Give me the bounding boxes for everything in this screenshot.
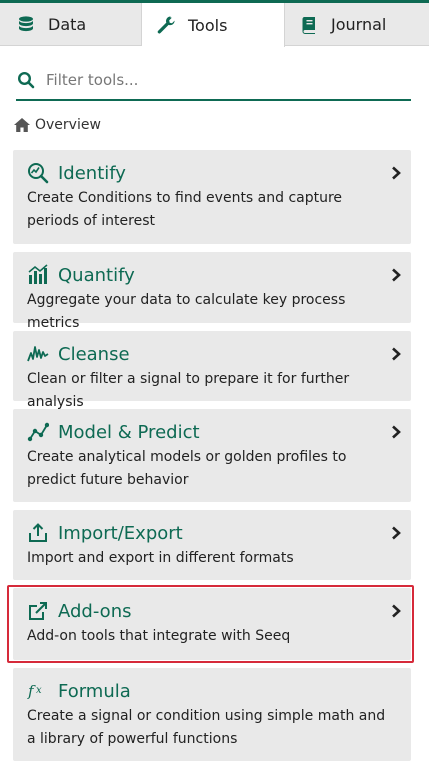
upload-icon bbox=[29, 523, 47, 542]
svg-text:f: f bbox=[27, 682, 36, 700]
tool-title: Identify bbox=[58, 162, 126, 184]
tool-card-quantify[interactable]: Quantify Aggregate your data to calculat… bbox=[13, 252, 411, 331]
tab-tools-label: Tools bbox=[188, 15, 228, 35]
search-icon bbox=[17, 71, 35, 88]
tool-card-add-ons[interactable]: Add-ons Add-on tools that integrate with… bbox=[13, 588, 411, 660]
tool-description: Create a signal or condition using simpl… bbox=[27, 708, 386, 747]
tool-description: Create Conditions to find events and cap… bbox=[27, 190, 343, 229]
wrench-icon bbox=[157, 16, 175, 34]
tool-card-formula[interactable]: f x Formula Create a signal or condition… bbox=[13, 668, 411, 761]
chevron-right-icon bbox=[392, 347, 401, 361]
tool-description: Import and export in different formats bbox=[27, 550, 294, 566]
chevron-right-icon bbox=[392, 526, 401, 540]
tool-title: Cleanse bbox=[58, 343, 130, 365]
search-input[interactable] bbox=[46, 70, 386, 89]
home-icon bbox=[14, 118, 30, 132]
tab-journal[interactable]: Journal bbox=[285, 3, 429, 46]
tool-title: Model & Predict bbox=[58, 421, 200, 443]
tool-title: Formula bbox=[58, 680, 131, 702]
tool-card-identify[interactable]: Identify Create Conditions to find event… bbox=[13, 150, 411, 244]
bar-chart-icon bbox=[28, 264, 48, 284]
tool-card-model-predict[interactable]: Model & Predict Create analytical models… bbox=[13, 409, 411, 502]
signal-icon bbox=[27, 346, 49, 362]
identify-icon bbox=[28, 163, 49, 184]
database-icon bbox=[19, 15, 33, 31]
tab-tools[interactable]: Tools bbox=[142, 3, 285, 47]
model-icon bbox=[27, 422, 49, 442]
chevron-right-icon bbox=[392, 166, 401, 180]
chevron-right-icon bbox=[392, 268, 401, 282]
chevron-right-icon bbox=[392, 425, 401, 439]
tab-journal-label: Journal bbox=[331, 15, 387, 34]
tab-data-label: Data bbox=[48, 15, 87, 34]
chevron-right-icon bbox=[392, 604, 401, 618]
tool-description: Create analytical models or golden profi… bbox=[27, 449, 347, 488]
tab-bar: Data Tools Journal bbox=[0, 0, 429, 47]
tool-description: Clean or filter a signal to prepare it f… bbox=[27, 371, 350, 410]
tool-title: Add-ons bbox=[58, 600, 132, 622]
tool-card-import-export[interactable]: Import/Export Import and export in diffe… bbox=[13, 510, 411, 580]
svg-text:x: x bbox=[36, 685, 42, 696]
breadcrumb-label: Overview bbox=[35, 117, 101, 133]
tool-card-cleanse[interactable]: Cleanse Clean or filter a signal to prep… bbox=[13, 331, 411, 410]
tool-title: Quantify bbox=[58, 264, 135, 286]
external-link-icon bbox=[29, 602, 47, 620]
tool-description: Aggregate your data to calculate key pro… bbox=[27, 292, 346, 331]
search-field bbox=[16, 60, 411, 101]
book-icon bbox=[302, 16, 315, 34]
breadcrumb-overview[interactable]: Overview bbox=[13, 115, 101, 135]
tool-title: Import/Export bbox=[58, 522, 183, 544]
tool-description: Add-on tools that integrate with Seeq bbox=[27, 628, 291, 644]
fx-icon: f x bbox=[27, 682, 42, 700]
tab-data[interactable]: Data bbox=[0, 3, 142, 46]
